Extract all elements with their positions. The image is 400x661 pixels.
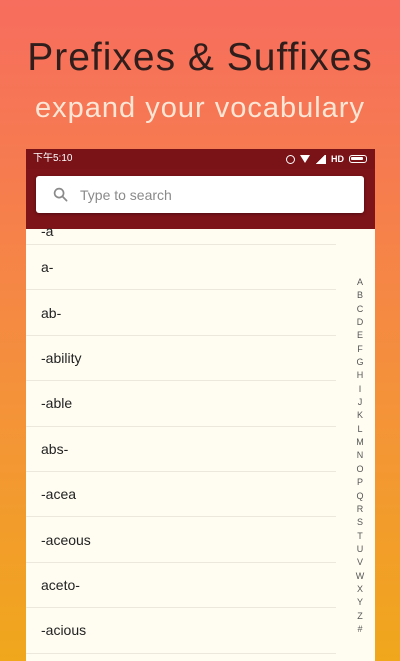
search-input[interactable] xyxy=(80,176,350,213)
index-letter[interactable]: A xyxy=(350,276,370,289)
wifi-icon xyxy=(300,155,310,163)
list-item[interactable]: -acea xyxy=(26,472,336,518)
index-letter[interactable]: J xyxy=(350,396,370,409)
list-item[interactable]: -able xyxy=(26,381,336,427)
index-letter[interactable]: U xyxy=(350,543,370,556)
search-icon xyxy=(53,187,68,202)
status-time: 下午5:10 xyxy=(33,153,73,164)
index-letter[interactable]: Y xyxy=(350,596,370,609)
list-item[interactable]: ab- xyxy=(26,290,336,336)
list-item[interactable]: -ability xyxy=(26,336,336,382)
index-letter[interactable]: L xyxy=(350,423,370,436)
index-letter[interactable]: D xyxy=(350,316,370,329)
list-item[interactable]: abs- xyxy=(26,427,336,472)
index-letter[interactable]: O xyxy=(350,463,370,476)
index-letter[interactable]: X xyxy=(350,583,370,596)
list-item[interactable]: aceto- xyxy=(26,563,336,609)
list-item-label: -aceous xyxy=(41,531,91,548)
alphabet-index[interactable]: A B C D E F G H I J K L M N O P Q R S T … xyxy=(350,276,370,636)
index-letter[interactable]: Q xyxy=(350,490,370,503)
index-letter[interactable]: Z xyxy=(350,610,370,623)
app-bar xyxy=(26,169,375,229)
promo-title: Prefixes & Suffixes xyxy=(27,36,373,79)
index-letter[interactable]: # xyxy=(350,623,370,636)
index-letter[interactable]: K xyxy=(350,409,370,422)
list-item-label: aceto- xyxy=(41,576,80,593)
index-letter[interactable]: E xyxy=(350,329,370,342)
list-item-label: -able xyxy=(41,395,73,412)
status-bar: 下午5:10 HD xyxy=(26,149,375,169)
affix-list: -a a- ab- -ability -able abs- -acea -ace… xyxy=(26,221,336,654)
index-letter[interactable]: V xyxy=(350,556,370,569)
list-item-label: a- xyxy=(41,259,54,276)
status-icons: HD xyxy=(286,149,367,169)
list-item[interactable]: a- xyxy=(26,245,336,291)
battery-icon xyxy=(349,155,367,163)
index-letter[interactable]: G xyxy=(350,356,370,369)
index-letter[interactable]: M xyxy=(350,436,370,449)
list-item[interactable]: -acious xyxy=(26,608,336,654)
phone-screen: 下午5:10 HD -a a- ab- -ability -able abs- … xyxy=(26,149,375,661)
list-item[interactable]: -a xyxy=(26,221,336,245)
search-bar[interactable] xyxy=(36,176,364,213)
signal-icon xyxy=(315,154,326,164)
index-letter[interactable]: R xyxy=(350,503,370,516)
index-letter[interactable]: T xyxy=(350,530,370,543)
list-item-label: -ability xyxy=(41,349,82,366)
list-item-label: ab- xyxy=(41,304,62,321)
list-item-label: -a xyxy=(41,223,54,239)
index-letter[interactable]: W xyxy=(350,570,370,583)
index-letter[interactable]: I xyxy=(350,383,370,396)
list-item-label: -acious xyxy=(41,622,87,639)
index-letter[interactable]: F xyxy=(350,343,370,356)
index-letter[interactable]: C xyxy=(350,303,370,316)
index-letter[interactable]: P xyxy=(350,476,370,489)
list-item[interactable]: -aceous xyxy=(26,517,336,563)
index-letter[interactable]: N xyxy=(350,449,370,462)
index-letter[interactable]: B xyxy=(350,289,370,302)
network-type-label: HD xyxy=(331,154,344,164)
index-letter[interactable]: S xyxy=(350,516,370,529)
index-letter[interactable]: H xyxy=(350,369,370,382)
list-item-label: abs- xyxy=(41,440,69,457)
promo-subtitle: expand your vocabulary xyxy=(35,92,365,124)
alarm-icon xyxy=(286,154,295,164)
list-item-label: -acea xyxy=(41,486,77,503)
